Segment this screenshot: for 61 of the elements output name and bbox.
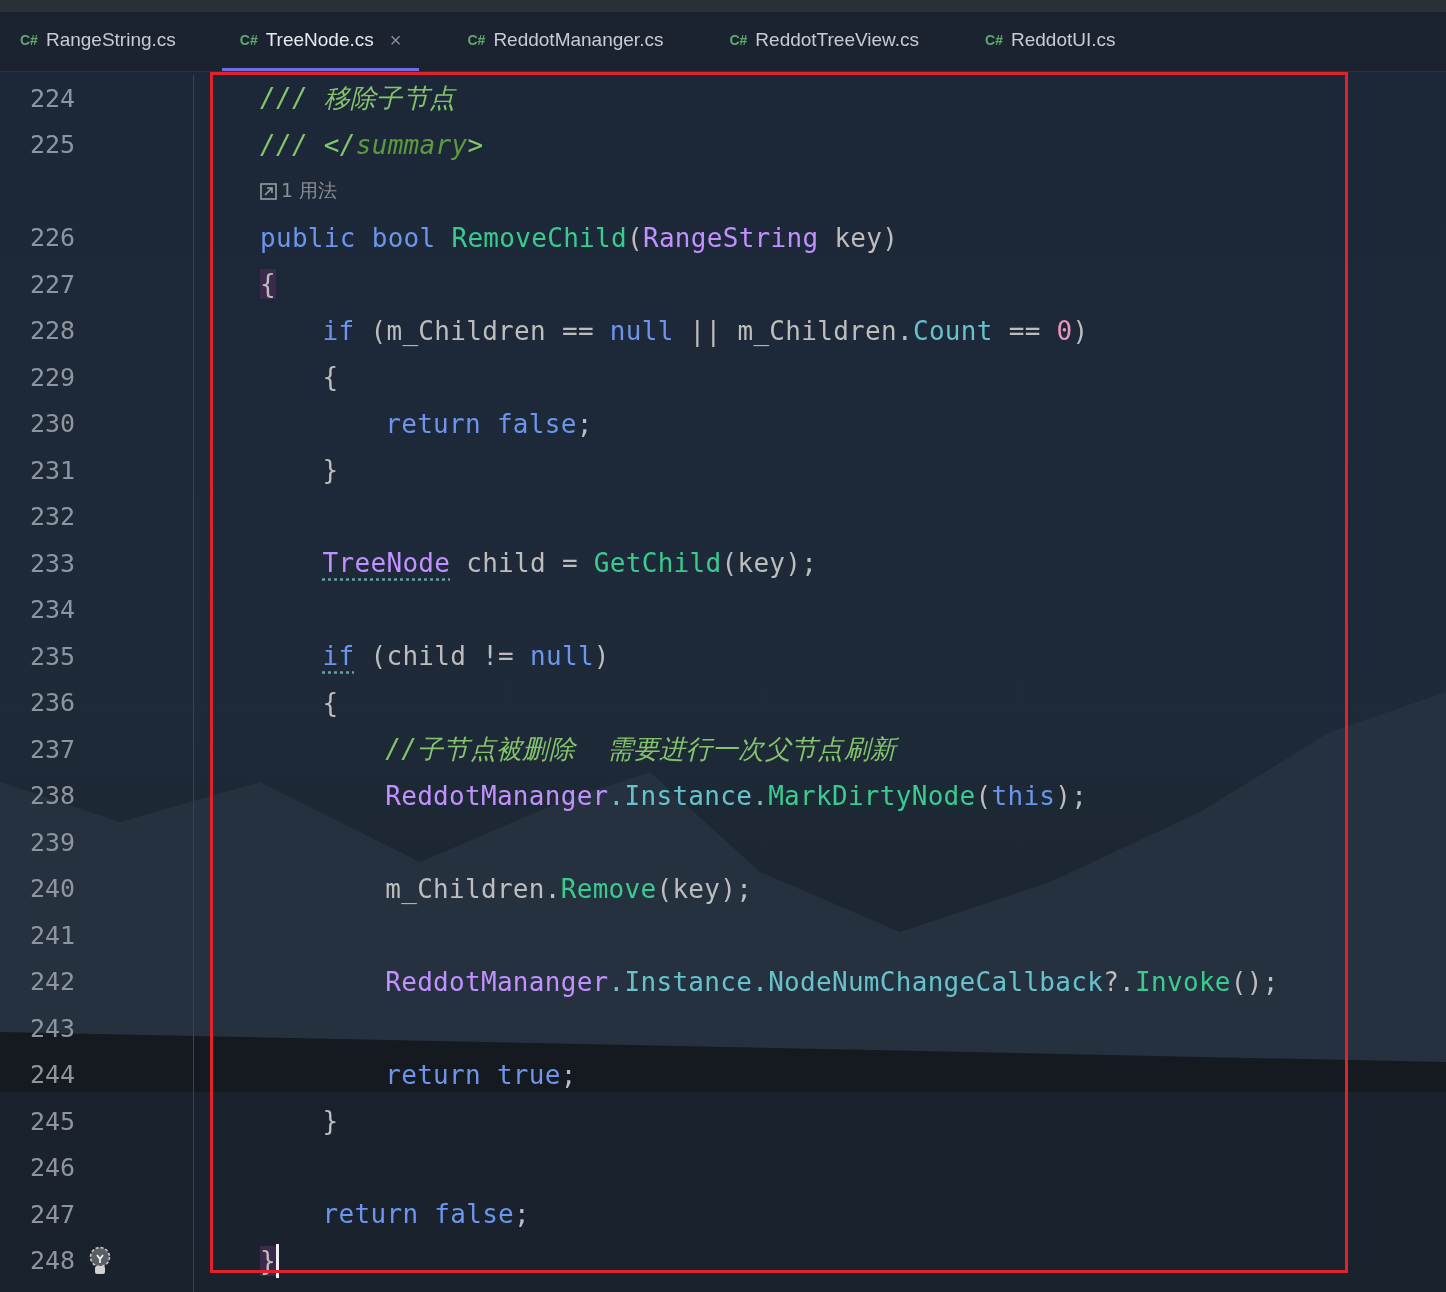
csharp-file-icon: C# bbox=[985, 32, 1003, 48]
code-line: public bool RemoveChild(RangeString key) bbox=[260, 222, 899, 253]
file-tab[interactable]: C# ReddotTreeView.cs bbox=[711, 12, 938, 71]
code-line: ReddotMananger.Instance.MarkDirtyNode(this); bbox=[384, 780, 1088, 811]
line-number: 224 bbox=[30, 83, 76, 113]
code-line: if (m_Children == null || m_Children.Count == 0) bbox=[321, 315, 1089, 346]
code-line: return false; bbox=[321, 1199, 531, 1230]
line-number: 239 bbox=[30, 827, 76, 857]
line-number: 227 bbox=[30, 269, 76, 299]
line-number: 236 bbox=[30, 688, 76, 718]
line-number: 229 bbox=[30, 362, 76, 392]
code-line: /// 移除子节点 bbox=[260, 81, 456, 115]
line-number: 242 bbox=[30, 967, 76, 997]
tab-label: ReddotUI.cs bbox=[1010, 29, 1116, 51]
code-line: m_Children.Remove(key); bbox=[384, 873, 753, 904]
csharp-file-icon: C# bbox=[729, 32, 748, 48]
line-number: 233 bbox=[30, 548, 76, 578]
line-number: 230 bbox=[30, 409, 76, 439]
usages-link-icon bbox=[260, 182, 277, 200]
line-number: 237 bbox=[30, 734, 76, 764]
tab-label: TreeNode.cs bbox=[265, 29, 374, 51]
file-tab[interactable]: C# TreeNode.cs × bbox=[221, 12, 420, 71]
file-tab[interactable]: C# RangeString.cs bbox=[2, 12, 194, 71]
file-tab[interactable]: C# ReddotMananger.cs bbox=[449, 12, 682, 71]
line-number: 234 bbox=[30, 595, 76, 625]
close-tab-icon[interactable]: × bbox=[389, 28, 402, 52]
code-line: /// </summary> bbox=[260, 129, 484, 160]
csharp-file-icon: C# bbox=[467, 32, 486, 48]
line-number: 247 bbox=[30, 1199, 76, 1229]
code-line: return false; bbox=[384, 408, 593, 439]
line-number: 246 bbox=[30, 1153, 76, 1183]
tab-label: ReddotMananger.cs bbox=[493, 29, 664, 51]
csharp-file-icon: C# bbox=[239, 32, 258, 48]
usages-hint[interactable]: 1 用法 bbox=[281, 178, 338, 205]
line-number: 235 bbox=[30, 641, 76, 671]
code-line: } bbox=[321, 1106, 339, 1137]
line-number: 245 bbox=[30, 1106, 76, 1136]
tab-label: ReddotTreeView.cs bbox=[755, 29, 920, 51]
code-line: //子节点被删除 需要进行一次父节点刷新 bbox=[384, 732, 897, 766]
line-number: 240 bbox=[30, 874, 76, 904]
code-line: } bbox=[321, 455, 339, 486]
line-number: 232 bbox=[30, 502, 76, 532]
code-line: ReddotMananger.Instance.NodeNumChangeCallback?.Invoke(); bbox=[384, 966, 1279, 997]
line-number: 248 bbox=[30, 1246, 76, 1276]
file-tab[interactable]: C# ReddotUI.cs bbox=[967, 12, 1134, 71]
line-number: 241 bbox=[30, 920, 76, 950]
code-line: if (child != null) bbox=[321, 641, 610, 672]
line-number: 243 bbox=[30, 1013, 76, 1043]
code-line: return true; bbox=[384, 1059, 577, 1090]
lightbulb-icon[interactable] bbox=[89, 1245, 112, 1276]
code-line: { bbox=[321, 687, 339, 718]
line-number: 225 bbox=[30, 130, 76, 160]
line-number: 226 bbox=[30, 223, 76, 253]
code-line: { bbox=[321, 362, 339, 393]
code-line: TreeNode child = GetChild(key); bbox=[321, 548, 818, 579]
csharp-file-icon: C# bbox=[20, 32, 38, 48]
line-number: 228 bbox=[30, 316, 76, 346]
line-number: 238 bbox=[30, 781, 76, 811]
line-number: 231 bbox=[30, 455, 76, 485]
tab-label: RangeString.cs bbox=[45, 29, 176, 51]
line-number: 244 bbox=[30, 1060, 76, 1090]
